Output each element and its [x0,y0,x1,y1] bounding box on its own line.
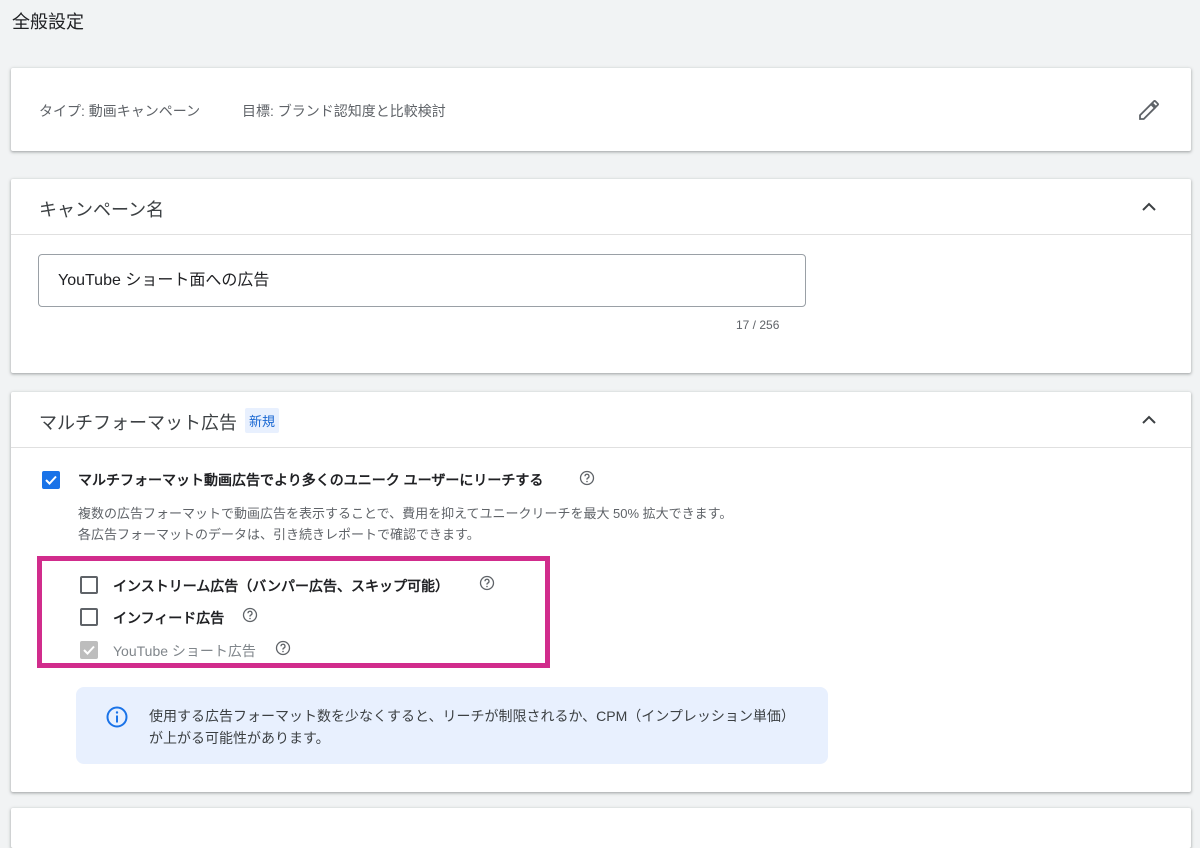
info-icon [106,706,128,728]
chevron-up-icon[interactable] [1137,408,1161,432]
campaign-name-input[interactable]: YouTube ショート面への広告 [38,254,806,307]
multiformat-description-1: 複数の広告フォーマットで動画広告を表示することで、費用を抑えてユニークリーチを最… [78,506,733,521]
shorts-checkbox [80,641,98,659]
campaign-name-title: キャンペーン名 [39,200,165,220]
help-icon[interactable] [479,575,495,591]
shorts-label: YouTube ショート広告 [113,643,256,659]
multiformat-header[interactable]: マルチフォーマット広告 新規 [11,392,1191,448]
info-text: 使用する広告フォーマット数を少なくすると、リーチが制限されるか、CPM（インプレ… [149,708,788,746]
multiformat-description-2: 各広告フォーマットのデータは、引き続きレポートで確認できます。 [78,527,480,542]
campaign-summary-card: タイプ: 動画キャンペーン 目標: ブランド認知度と比較検討 [11,68,1191,151]
infeed-label[interactable]: インフィード広告 [113,608,224,628]
campaign-type: タイプ: 動画キャンペーン [39,103,201,119]
help-icon[interactable] [275,640,291,656]
info-box: 使用する広告フォーマット数を少なくすると、リーチが制限されるか、CPM（インプレ… [76,687,828,764]
infeed-checkbox[interactable] [80,608,98,626]
page-title: 全般設定 [12,12,84,32]
campaign-name-card: キャンペーン名 YouTube ショート面への広告 17 / 256 [11,179,1191,373]
help-icon[interactable] [242,607,258,623]
campaign-goal: 目標: ブランド認知度と比較検討 [241,103,446,119]
help-icon[interactable] [579,470,595,486]
multiformat-checkbox[interactable] [42,471,60,489]
next-section-card [11,808,1191,848]
campaign-summary: タイプ: 動画キャンペーン 目標: ブランド認知度と比較検討 [39,101,484,121]
multiformat-checkbox-label[interactable]: マルチフォーマット動画広告でより多くのユニーク ユーザーにリーチする [78,470,543,490]
multiformat-card: マルチフォーマット広告 新規 マルチフォーマット動画広告でより多くのユニーク ユ… [11,392,1191,792]
edit-pencil-icon[interactable] [1137,98,1161,122]
character-counter: 17 / 256 [736,318,780,332]
campaign-name-header[interactable]: キャンペーン名 [11,179,1191,235]
instream-label[interactable]: インストリーム広告（バンパー広告、スキップ可能） [113,576,449,596]
new-badge: 新規 [245,408,280,433]
chevron-up-icon[interactable] [1137,195,1161,219]
multiformat-title: マルチフォーマット広告 [39,413,237,433]
instream-checkbox[interactable] [80,576,98,594]
